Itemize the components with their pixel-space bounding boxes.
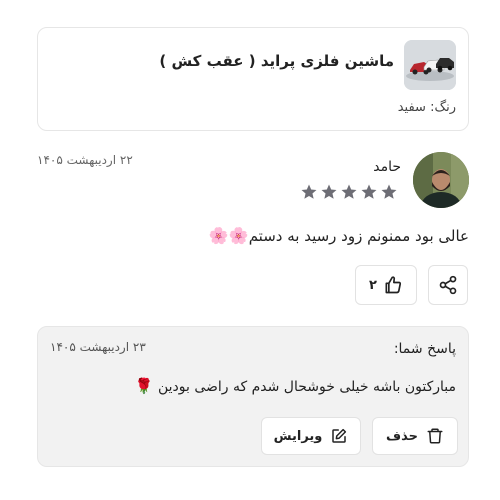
star-icon (321, 184, 337, 199)
review-date: ۲۲ اردیبهشت ۱۴۰۵ (37, 153, 133, 167)
review-text: عالی بود ممنونم زود رسید به دستم🌸🌸 (209, 226, 469, 245)
product-color: رنگ: سفید (397, 100, 456, 115)
edit-icon (330, 427, 348, 445)
toy-cars-icon (404, 40, 456, 90)
review-text-content: عالی بود ممنونم زود رسید به دستم (248, 227, 469, 245)
star-icon (341, 184, 357, 199)
reply-text-content: مبارکتون باشه خیلی خوشحال شدم که راضی بو… (157, 379, 456, 395)
reply-text: مبارکتون باشه خیلی خوشحال شدم که راضی بو… (135, 377, 456, 395)
like-button[interactable]: ۲ (355, 265, 417, 305)
flower-emoji: 🌸 (208, 226, 229, 245)
trash-icon (426, 427, 444, 445)
edit-reply-button[interactable]: ویرایش (261, 417, 361, 455)
product-title[interactable]: ماشین فلزی پراید ( عقب کش ) (159, 52, 394, 70)
seller-reply: پاسخ شما: ۲۳ اردیبهشت ۱۴۰۵ مبارکتون باشه… (37, 326, 469, 467)
star-icon (381, 184, 397, 199)
product-card[interactable]: ماشین فلزی پراید ( عقب کش ) رنگ: سفید (37, 27, 469, 131)
product-thumbnail[interactable] (404, 40, 456, 90)
reply-date: ۲۳ اردیبهشت ۱۴۰۵ (50, 340, 146, 354)
thumbs-up-icon (385, 276, 402, 294)
reply-label: پاسخ شما: (393, 341, 456, 357)
flower-emoji: 🌸 (228, 226, 249, 245)
star-icon (301, 184, 317, 199)
delete-label: حذف (386, 428, 418, 444)
delete-reply-button[interactable]: حذف (372, 417, 458, 455)
share-icon (439, 275, 457, 295)
rose-emoji: 🌹 (134, 377, 154, 395)
like-count: ۲ (369, 277, 377, 293)
star-icon (361, 184, 377, 199)
reviewer-avatar (413, 152, 469, 208)
edit-label: ویرایش (273, 428, 323, 444)
reviewer-name: حامد (373, 159, 401, 175)
share-button[interactable] (428, 265, 468, 305)
rating-stars (300, 183, 400, 201)
